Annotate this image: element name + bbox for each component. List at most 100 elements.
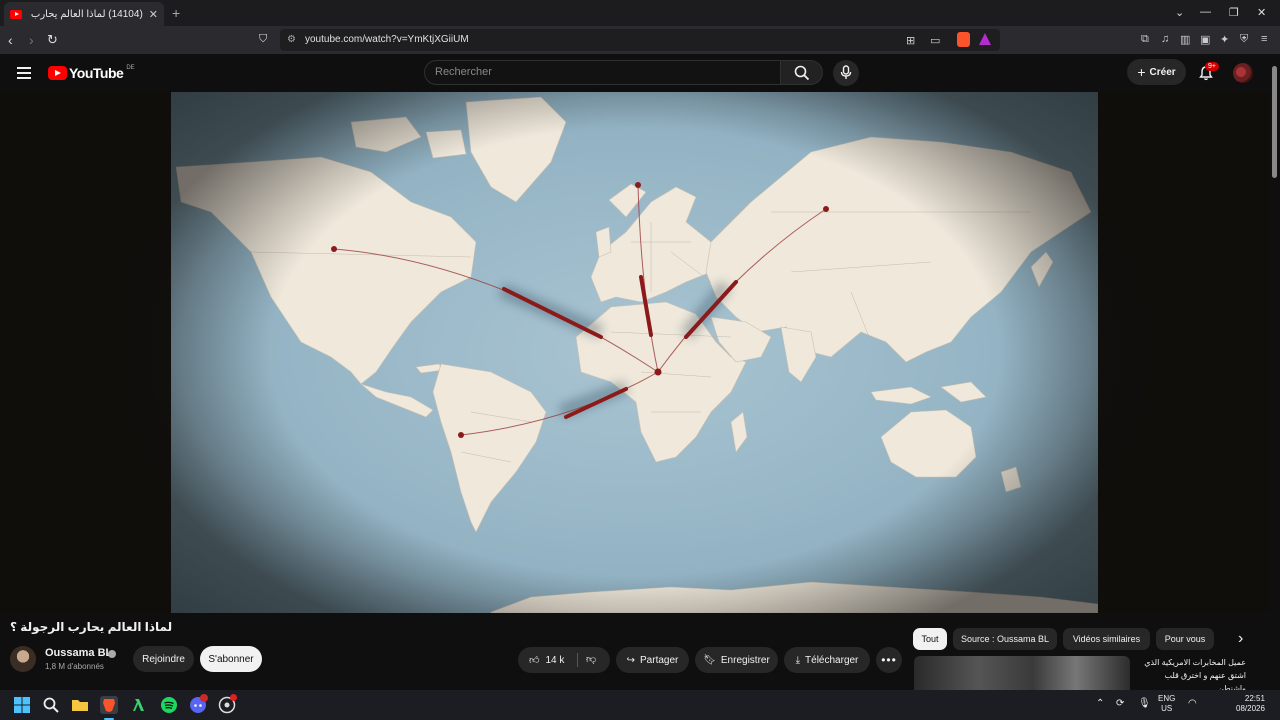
share-button[interactable]: ↪ Partager xyxy=(616,647,689,673)
download-button[interactable]: ⤓ Télécharger xyxy=(784,647,870,673)
spotify-icon[interactable] xyxy=(160,696,178,714)
youtube-logo[interactable]: YouTube DE xyxy=(48,65,135,81)
thumbs-up-icon: 👍︎ xyxy=(529,655,540,666)
share-icon: ↪ xyxy=(626,654,636,666)
youtube-wordmark: YouTube xyxy=(69,65,124,81)
reload-button[interactable]: ↻ xyxy=(47,32,58,48)
translate-icon[interactable]: ⊞ xyxy=(906,34,915,47)
video-player[interactable] xyxy=(0,92,1270,613)
like-divider xyxy=(577,653,578,667)
chips-next-chevron-icon[interactable]: › xyxy=(1238,630,1243,648)
vpn-icon[interactable]: ⛨ xyxy=(1240,33,1248,46)
plus-icon: + xyxy=(1137,64,1146,80)
leo-ai-icon[interactable]: ✦ xyxy=(1220,33,1229,46)
region-code: DE xyxy=(126,65,135,71)
back-button[interactable]: ‹ xyxy=(8,32,13,48)
search-input[interactable]: Rechercher xyxy=(424,60,781,85)
download-label: Télécharger xyxy=(805,654,859,666)
brave-shield-icon[interactable] xyxy=(957,32,970,47)
windows-taskbar: ⌃ ⟳ 🎙︎ ◠ xyxy=(0,690,1280,720)
create-button[interactable]: + Créer xyxy=(1127,59,1186,85)
browser-menu-icon[interactable]: ≡ xyxy=(1261,33,1267,45)
bookmark-icon[interactable]: ⛉ xyxy=(259,33,267,46)
tab-close-icon[interactable]: ✕ xyxy=(149,8,158,21)
channel-name[interactable]: Oussama BL xyxy=(45,647,112,659)
tray-chevron-icon[interactable]: ⌃ xyxy=(1096,698,1104,709)
maximize-button[interactable]: ❐ xyxy=(1229,6,1239,19)
browser-tab-bar: (14104) لماذا العالم يحارب الرجولة؟ ✕ + … xyxy=(0,0,1280,26)
scrollbar-thumb[interactable] xyxy=(1272,66,1277,178)
address-bar[interactable]: ⚙ youtube.com/watch?v=YmKtjXGiiUM ⊞ ▭ xyxy=(280,29,1000,51)
extensions-icon[interactable]: ⧉ xyxy=(1141,33,1149,46)
recommendation-thumbnail[interactable] xyxy=(914,656,1130,690)
search-taskbar-icon[interactable] xyxy=(42,696,60,714)
subscribe-button[interactable]: S'abonner xyxy=(200,646,262,672)
download-icon: ⤓ xyxy=(795,654,801,666)
chip-all[interactable]: Tout xyxy=(913,628,947,650)
youtube-play-icon xyxy=(48,66,67,80)
world-map-image xyxy=(171,92,1098,613)
tab-title: (14104) لماذا العالم يحارب الرجولة؟ xyxy=(28,8,143,20)
more-icon: ••• xyxy=(881,653,897,667)
like-dislike-group: 👍︎ 14 k 👎︎ xyxy=(518,647,610,673)
account-avatar[interactable] xyxy=(1233,63,1253,83)
video-frame xyxy=(171,92,1098,613)
wifi-icon[interactable]: ◠ xyxy=(1188,698,1197,709)
dislike-button[interactable]: 👎︎ xyxy=(586,653,596,665)
brave-browser-icon[interactable] xyxy=(100,696,118,714)
brave-rewards-icon[interactable] xyxy=(979,33,991,45)
media-icon[interactable]: ♫ xyxy=(1161,33,1169,45)
tray-app-icon[interactable]: ⟳ xyxy=(1116,698,1124,709)
like-button[interactable]: 👍︎ 14 k xyxy=(529,654,565,667)
file-explorer-icon[interactable] xyxy=(71,696,89,714)
like-count: 14 k xyxy=(545,654,565,666)
voice-search-button[interactable] xyxy=(833,60,859,86)
verified-badge-icon xyxy=(108,650,116,658)
notification-count-badge: 9+ xyxy=(1205,62,1219,71)
app-alert-badge xyxy=(230,694,237,701)
input-language-indicator[interactable]: ENG US xyxy=(1158,694,1175,714)
language-code: ENG xyxy=(1158,694,1176,703)
youtube-favicon-icon xyxy=(10,9,22,19)
browser-toolbar: ‹ › ↻ ⛉ ⚙ youtube.com/watch?v=YmKtjXGiiU… xyxy=(0,26,1280,54)
wallet-icon[interactable]: ▣ xyxy=(1200,33,1210,46)
discord-badge xyxy=(200,694,208,702)
tab-list-chevron-icon[interactable]: ⌄ xyxy=(1175,6,1184,19)
chip-similar[interactable]: Vidéos similaires xyxy=(1063,628,1150,650)
search-icon xyxy=(794,65,810,81)
share-label: Partager xyxy=(640,654,679,666)
url-text: youtube.com/watch?v=YmKtjXGiiUM xyxy=(305,34,469,45)
chip-source[interactable]: Source : Oussama BL xyxy=(953,628,1057,650)
search-button[interactable] xyxy=(781,60,823,85)
forward-button[interactable]: › xyxy=(29,32,34,48)
close-window-button[interactable]: ✕ xyxy=(1257,6,1266,19)
lambda-app-icon[interactable] xyxy=(130,696,148,714)
keyboard-region: US xyxy=(1161,704,1173,713)
system-clock[interactable]: 22:51 08/2026 xyxy=(1236,694,1265,714)
new-tab-button[interactable]: + xyxy=(172,5,180,21)
video-title: لماذا العالم يحارب الرجولة ؟ xyxy=(10,620,173,634)
youtube-header: YouTube DE Rechercher + Créer 9+ xyxy=(0,54,1280,92)
create-label: Créer xyxy=(1149,66,1176,78)
cast-icon[interactable]: ▭ xyxy=(930,34,940,47)
more-actions-button[interactable]: ••• xyxy=(876,647,902,673)
microphone-tray-icon[interactable]: 🎙︎ xyxy=(1138,698,1151,709)
join-label: Rejoindre xyxy=(142,653,185,665)
channel-avatar[interactable] xyxy=(10,646,36,672)
windows-start-icon[interactable] xyxy=(13,696,31,714)
browser-tab[interactable]: (14104) لماذا العالم يحارب الرجولة؟ ✕ xyxy=(4,2,164,26)
join-button[interactable]: Rejoindre xyxy=(133,646,194,672)
sidebar-icon[interactable]: ▥ xyxy=(1180,33,1190,46)
clock-date: 08/2026 xyxy=(1236,704,1265,713)
microphone-icon xyxy=(840,65,852,79)
save-label: Enregistrer xyxy=(720,654,770,666)
chip-for-you[interactable]: Pour vous xyxy=(1156,628,1214,650)
site-info-icon[interactable]: ⚙ xyxy=(287,34,296,45)
save-button[interactable]: 🔖︎ Enregistrer xyxy=(695,647,778,673)
subscribe-label: S'abonner xyxy=(208,653,254,665)
hamburger-menu-icon[interactable] xyxy=(17,67,31,79)
subscriber-count: 1,8 M d'abonnés xyxy=(45,662,104,671)
save-icon: 🔖︎ xyxy=(703,654,716,666)
minimize-button[interactable]: — xyxy=(1200,6,1211,18)
thumbs-down-icon: 👎︎ xyxy=(586,654,597,665)
